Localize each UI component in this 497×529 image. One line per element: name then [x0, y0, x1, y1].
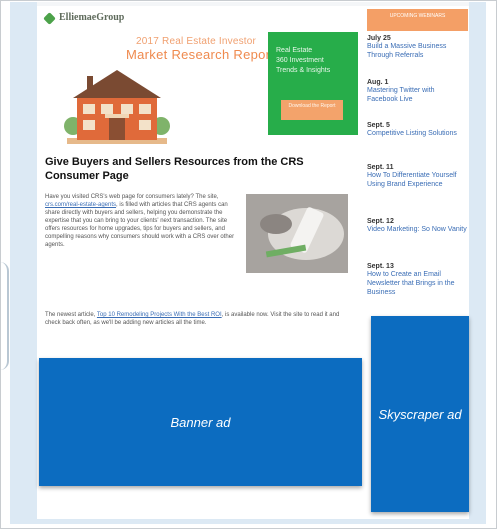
webinar-date: Aug. 1 [367, 79, 389, 86]
webinar-link[interactable]: Build a Massive Business Through Referra… [367, 42, 467, 60]
article-headline: Give Buyers and Sellers Resources from t… [45, 156, 304, 182]
paragraph-text: The newest article, [45, 312, 97, 318]
webinar-item[interactable]: Sept. 12 Video Marketing: So Now Vanity [367, 218, 467, 234]
webinar-date: Sept. 13 [367, 263, 394, 270]
top-strip [37, 2, 469, 6]
promo-line: 360 Investment [276, 57, 324, 64]
crs-site-link[interactable]: crs.com/real-estate-agents [45, 202, 116, 208]
banner-ad[interactable]: Banner ad [39, 358, 362, 486]
webinar-item[interactable]: Sept. 5 Competitive Listing Solutions [367, 122, 467, 138]
report-title: Market Research Report [126, 47, 275, 62]
promo-line: Trends & Insights [276, 67, 331, 74]
article-photo [246, 194, 348, 273]
remodeling-article-link[interactable]: Top 10 Remodeling Projects With the Best… [97, 312, 222, 318]
banner-ad-label: Banner ad [170, 414, 231, 430]
report-year-line: 2017 Real Estate Investor [136, 36, 257, 47]
webinar-item[interactable]: Sept. 13 How to Create an Email Newslett… [367, 263, 467, 297]
webinar-link[interactable]: How To Differentiate Yourself Using Bran… [367, 171, 467, 189]
report-promo-box[interactable]: Real Estate 360 Investment Trends & Insi… [268, 32, 358, 135]
skyscraper-ad[interactable]: Skyscraper ad [371, 316, 469, 512]
webinar-link[interactable]: Competitive Listing Solutions [367, 129, 467, 138]
webinar-item[interactable]: July 25 Build a Massive Business Through… [367, 35, 467, 60]
webinar-date: Sept. 5 [367, 122, 390, 129]
promo-line: Real Estate [276, 47, 313, 54]
article-paragraph: Have you visited CRS's web page for cons… [45, 193, 235, 249]
webinar-link[interactable]: Mastering Twitter with Facebook Live [367, 86, 467, 104]
paragraph-text: , is filled with articles that CRS agent… [45, 202, 235, 248]
company-logo[interactable]: ElliemaeGroup [59, 12, 124, 23]
webinar-item[interactable]: Sept. 11 How To Differentiate Yourself U… [367, 164, 467, 189]
webinar-item[interactable]: Aug. 1 Mastering Twitter with Facebook L… [367, 79, 467, 104]
skyscraper-ad-label: Skyscraper ad [378, 406, 462, 422]
download-report-button[interactable]: Download the Report [281, 100, 343, 120]
article-paragraph: The newest article, Top 10 Remodeling Pr… [45, 311, 343, 327]
webinar-date: Sept. 12 [367, 218, 394, 225]
webinar-link[interactable]: Video Marketing: So Now Vanity [367, 225, 467, 234]
scroll-handle[interactable] [0, 262, 9, 370]
webinar-date: July 25 [367, 35, 391, 42]
paragraph-text: Have you visited CRS's web page for cons… [45, 194, 219, 200]
house-illustration [64, 70, 170, 144]
webinars-header: UPCOMING WEBINARS [367, 9, 468, 31]
webinar-link[interactable]: How to Create an Email Newsletter that B… [367, 270, 467, 297]
photo-illustration [246, 194, 348, 273]
webinar-date: Sept. 11 [367, 164, 394, 171]
